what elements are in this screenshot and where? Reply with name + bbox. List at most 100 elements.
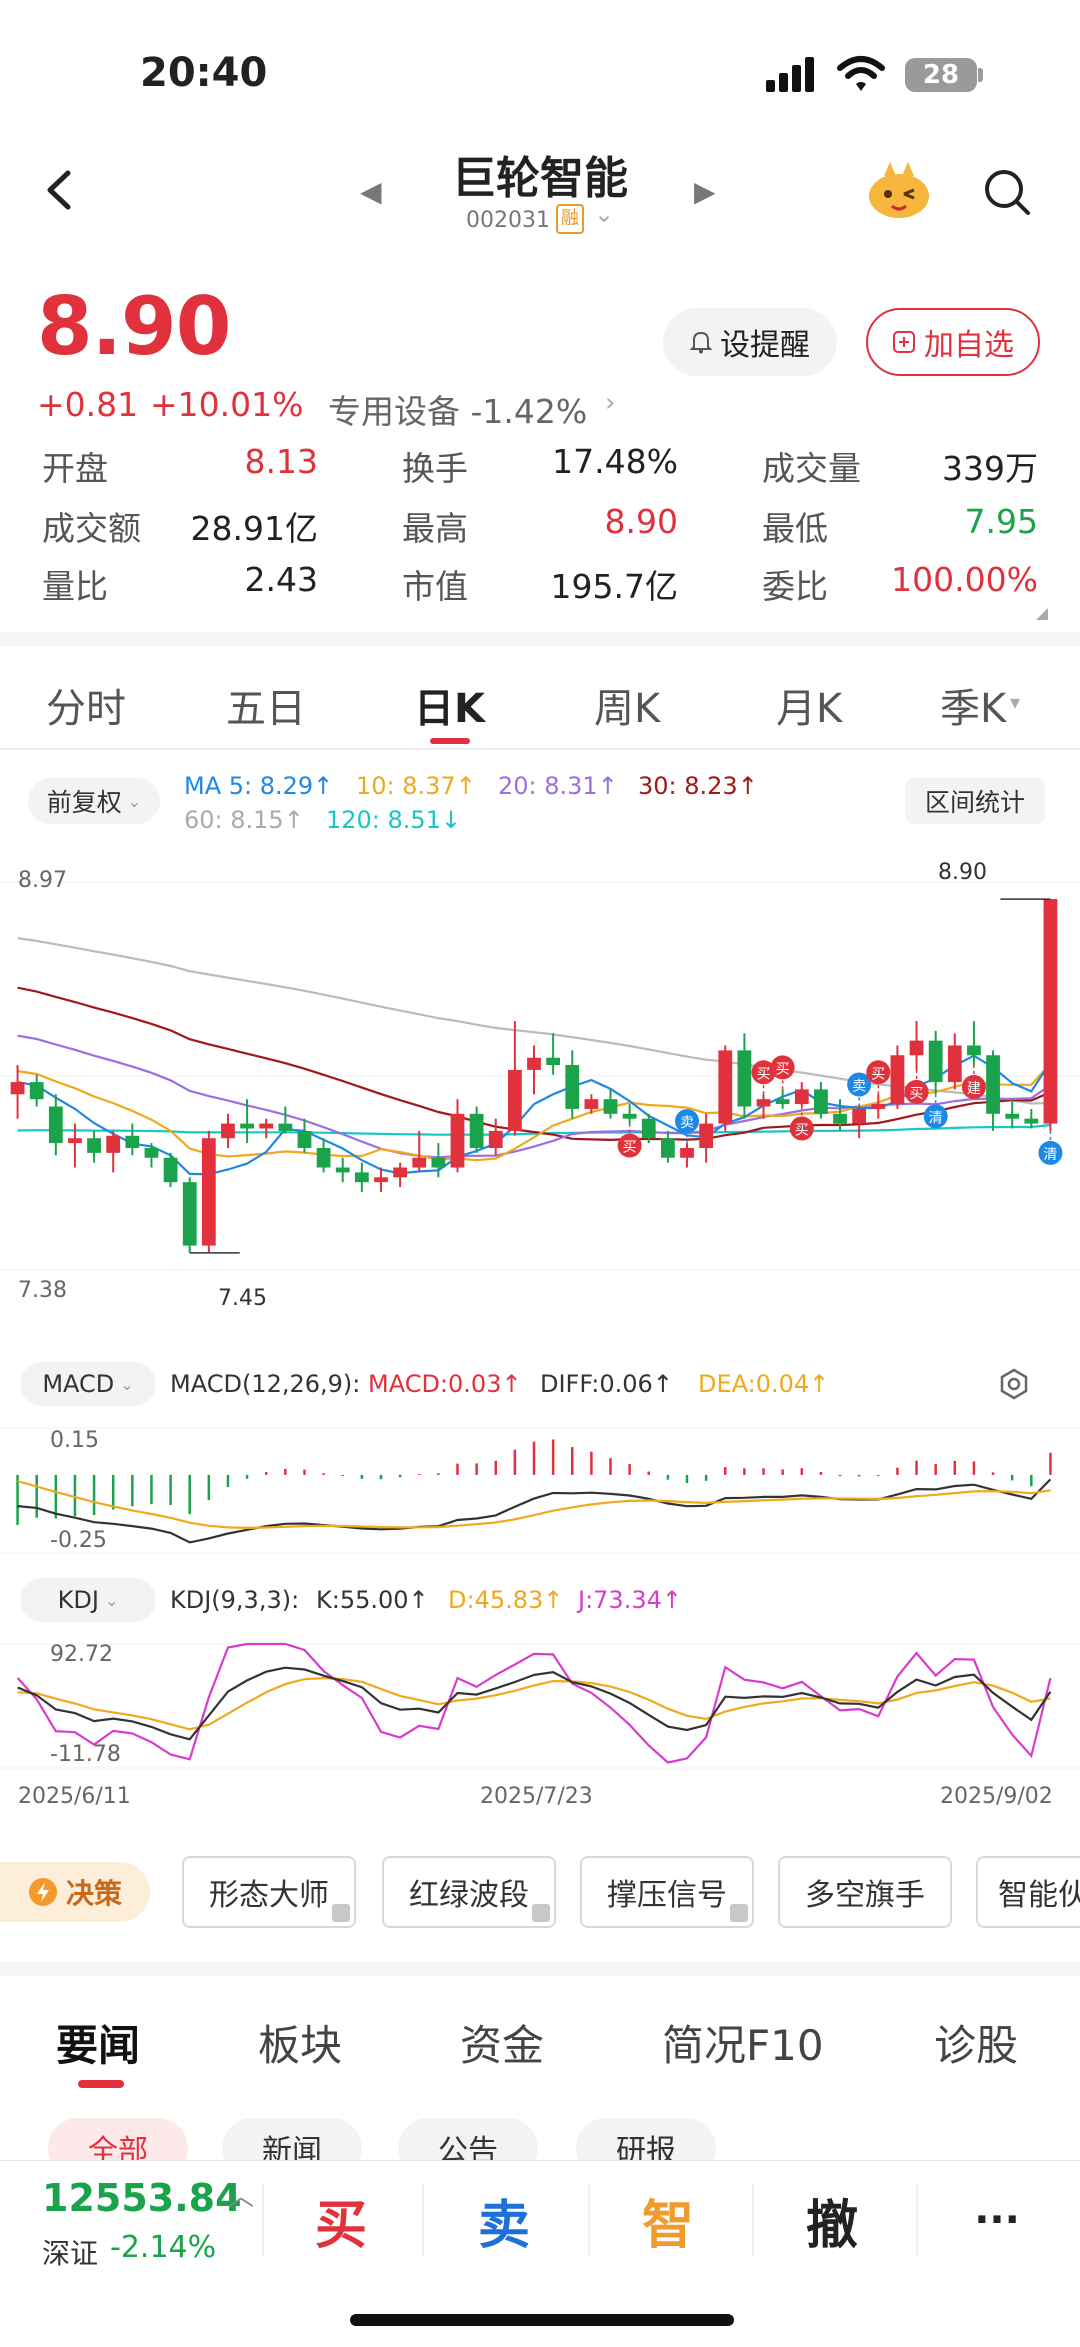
adjust-mode-dropdown[interactable]: 前复权 ⌄	[28, 778, 160, 824]
index-name: 深证	[42, 2237, 99, 2270]
signal-buy-label: 买	[776, 1061, 790, 1077]
current-price: 8.90	[37, 280, 231, 373]
candle-body	[909, 1040, 924, 1056]
candle-body	[316, 1147, 331, 1168]
stat-label: 量比	[42, 567, 108, 606]
signal-icon	[766, 56, 818, 92]
status-time: 20:40	[140, 50, 268, 96]
macd-button-label: MACD	[42, 1370, 115, 1398]
macd-dropdown[interactable]: MACD ⌄	[20, 1362, 156, 1406]
chevron-right-icon[interactable]: ›	[605, 388, 615, 418]
mascot-icon[interactable]	[866, 160, 932, 220]
candle-body	[546, 1057, 561, 1066]
ma60-label: 60: 8.15↑	[184, 806, 304, 834]
strategy-chip-smart[interactable]: 智能伙	[976, 1856, 1080, 1928]
next-stock-icon[interactable]: ▶	[694, 175, 716, 208]
signal-buy-label: 买	[910, 1086, 924, 1102]
cancel-order-button[interactable]: 撤	[760, 2180, 904, 2260]
add-watchlist-button[interactable]: 加自选	[866, 308, 1040, 376]
tab-quarterly-k[interactable]: 季K	[940, 676, 1006, 734]
tab-sector[interactable]: 板块	[258, 2012, 342, 2073]
stat-value: 2.43	[244, 560, 318, 599]
chevron-down-icon: ⌄	[127, 791, 142, 811]
stat-label: 换手	[402, 449, 468, 488]
battery-cap	[978, 68, 983, 82]
strategy-badge[interactable]: 决策	[0, 1862, 150, 1922]
candle-body	[680, 1147, 694, 1158]
divider	[916, 2184, 918, 2256]
expand-corner-icon[interactable]	[1036, 608, 1048, 620]
kdj-dropdown[interactable]: KDJ ⌄	[20, 1578, 156, 1622]
divider	[422, 2184, 424, 2256]
candle-body	[68, 1138, 82, 1144]
stat-value: 195.7亿	[550, 567, 678, 606]
strategy-chip-support[interactable]: 撑压信号	[580, 1856, 754, 1928]
candle-body	[87, 1138, 101, 1153]
candle-body	[527, 1057, 541, 1070]
wifi-icon	[837, 56, 885, 91]
y-axis-bottom-label: 7.38	[18, 1278, 67, 1303]
tab-five-day[interactable]: 五日	[226, 676, 306, 734]
tab-monthly-k[interactable]: 月K	[776, 676, 842, 734]
candle-body	[335, 1167, 350, 1173]
strategy-chip-label: 形态大师	[209, 1878, 329, 1913]
tab-profile[interactable]: 简况F10	[662, 2012, 824, 2073]
tab-news[interactable]: 要闻	[56, 2012, 140, 2073]
strategy-chip-pattern[interactable]: 形态大师	[182, 1856, 356, 1928]
candle-body	[240, 1123, 254, 1129]
stat-value: 8.90	[604, 502, 678, 541]
stock-code: 002031	[466, 208, 550, 233]
stat-label: 委比	[762, 567, 828, 606]
strategy-label: 决策	[65, 1877, 122, 1910]
chevron-up-icon[interactable]: ︿	[228, 2176, 254, 2213]
tab-daily-k[interactable]: 日K	[414, 676, 485, 734]
index-value[interactable]: 12553.84	[42, 2176, 242, 2220]
candle-body	[661, 1138, 675, 1158]
candle-body	[125, 1135, 140, 1148]
tab-intraday[interactable]: 分时	[46, 676, 126, 734]
home-indicator	[350, 2314, 734, 2326]
set-alert-button[interactable]: 设提醒	[663, 308, 837, 376]
candle-body	[374, 1177, 388, 1183]
chevron-down-icon: ⌄	[104, 1590, 119, 1610]
candle-body	[201, 1138, 216, 1246]
tab-funds[interactable]: 资金	[460, 2012, 544, 2073]
tab-active-indicator	[430, 738, 470, 744]
candle-body	[718, 1050, 733, 1124]
strategy-chip-label: 撑压信号	[607, 1878, 727, 1913]
candle-body	[584, 1099, 599, 1109]
tab-diagnosis[interactable]: 诊股	[934, 2012, 1018, 2073]
kdj-y-bottom-label: -11.78	[50, 1742, 121, 1767]
range-stats-button[interactable]: 区间统计	[905, 778, 1045, 824]
adjust-mode-label: 前复权	[46, 788, 122, 817]
kline-chart[interactable]: 买卖买 买买卖买买清建清	[0, 850, 1080, 1330]
tab-weekly-k[interactable]: 周K	[594, 676, 660, 734]
strategy-chip-flag[interactable]: 多空旗手	[778, 1856, 952, 1928]
chevron-down-icon[interactable]: ⌄	[594, 200, 614, 228]
add-watchlist-label: 加自选	[924, 328, 1014, 363]
stat-value: 17.48%	[552, 442, 678, 481]
candle-body	[163, 1157, 178, 1183]
kdj-chart[interactable]	[0, 1636, 1080, 1776]
stat-label: 最低	[762, 509, 828, 548]
candle-body	[986, 1055, 1000, 1114]
candle-body	[737, 1050, 752, 1107]
macd-value: MACD:0.03↑	[368, 1370, 522, 1398]
settings-icon[interactable]	[998, 1368, 1030, 1400]
strategy-chip-wave[interactable]: 红绿波段	[382, 1856, 556, 1928]
lightning-icon	[28, 1878, 57, 1906]
macd-chart[interactable]	[0, 1420, 1080, 1565]
candle-body	[10, 1082, 25, 1095]
smart-trade-button[interactable]: 智	[596, 2180, 740, 2260]
stat-value: 8.13	[244, 442, 318, 481]
buy-button[interactable]: 买	[270, 2180, 412, 2260]
sell-button[interactable]: 卖	[432, 2180, 576, 2260]
set-alert-label: 设提醒	[720, 328, 810, 363]
sector-link[interactable]: 专用设备 -1.42%	[328, 385, 587, 433]
more-icon[interactable]: ···	[926, 2180, 1068, 2260]
kdj-params: KDJ(9,3,3):	[170, 1586, 300, 1614]
chevron-down-icon[interactable]: ▾	[1010, 690, 1020, 714]
search-icon[interactable]	[980, 165, 1032, 217]
candle-body	[852, 1108, 867, 1124]
macd-params: MACD(12,26,9):	[170, 1370, 361, 1398]
